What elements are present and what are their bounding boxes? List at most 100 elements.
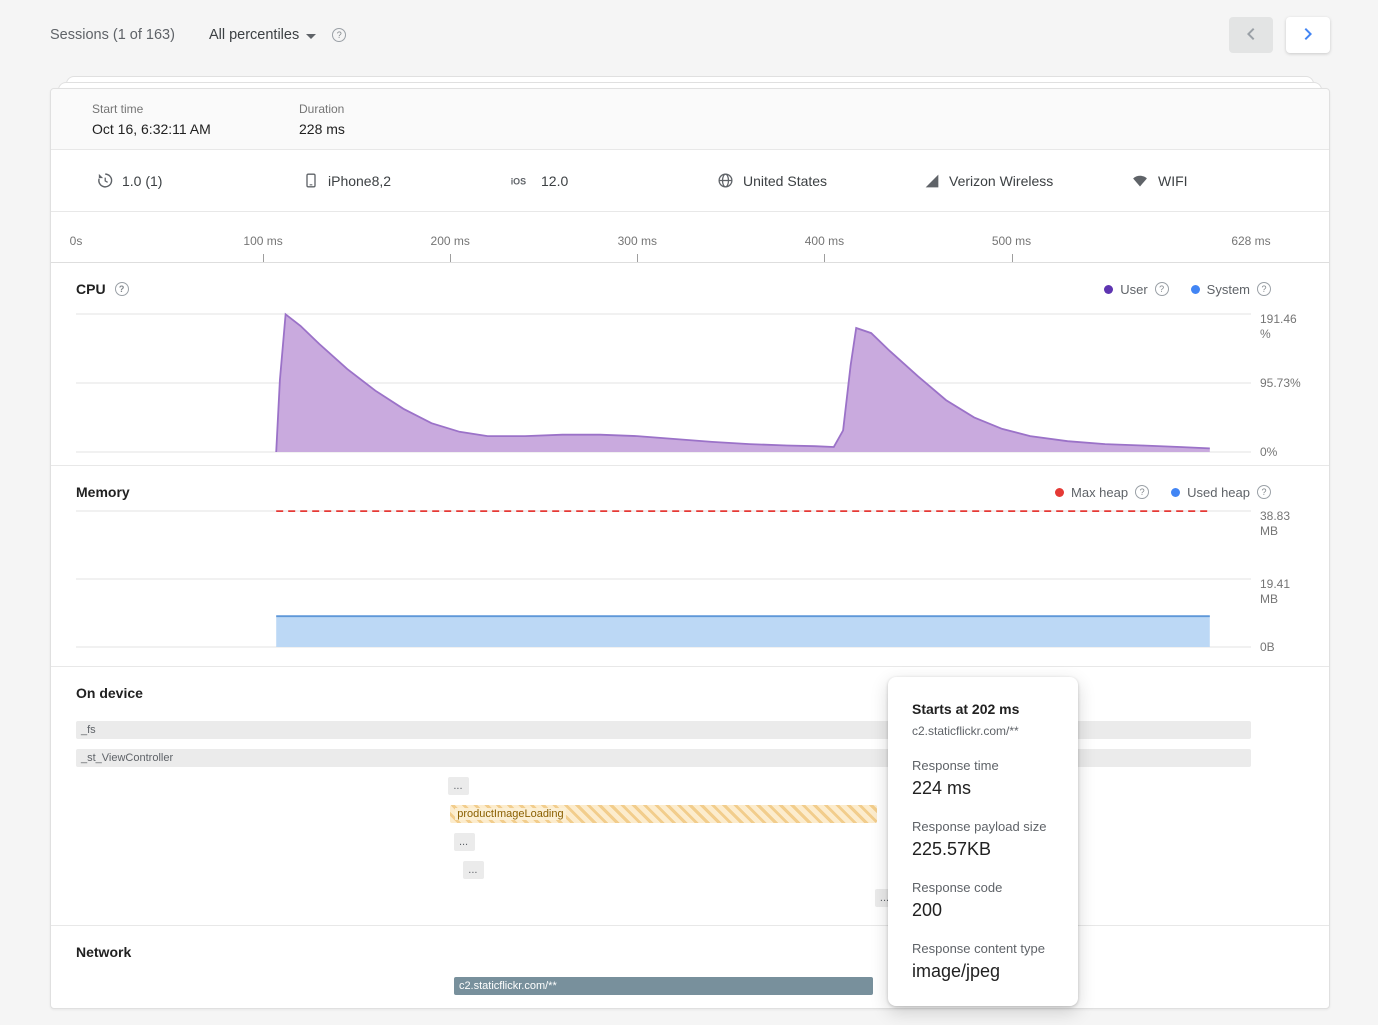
timeline-tick-label: 628 ms: [1231, 234, 1270, 248]
toolbar: Sessions (1 of 163) All percentiles ?: [0, 0, 1378, 70]
timeline-tick-mark: [263, 254, 264, 262]
memory-title-text: Memory: [76, 484, 130, 500]
session-nav: [1229, 17, 1330, 53]
timeline-tick-mark: [1012, 254, 1013, 262]
trace-bar-collapsed[interactable]: ...: [454, 833, 475, 851]
device-info-item: WIFI: [1131, 173, 1338, 189]
trace-bar-label: _fs: [81, 724, 96, 736]
y-axis-tick-label: 38.83 MB: [1260, 509, 1306, 539]
session-card-deck: Start time Oct 16, 6:32:11 AM Duration 2…: [50, 76, 1330, 1009]
chevron-left-icon: [1239, 22, 1263, 49]
help-icon[interactable]: ?: [1257, 282, 1271, 296]
device-info-label: WIFI: [1158, 173, 1188, 189]
tooltip-url: c2.staticflickr.com/**: [912, 724, 1054, 738]
phone-icon: [303, 172, 319, 189]
trace-bar-c2-staticflickr-com[interactable]: c2.staticflickr.com/**: [454, 977, 873, 995]
tooltip-field-value: 225.57KB: [912, 838, 1054, 860]
trace-bar-label: c2.staticflickr.com/**: [459, 980, 557, 992]
tooltip-field-value: 200: [912, 899, 1054, 921]
network-section-header: Network: [51, 926, 1329, 966]
carrier-icon: [924, 173, 940, 189]
legend-label: User: [1120, 282, 1147, 297]
device-info-item: iOS 12.0: [510, 173, 717, 189]
cpu-section-header: CPU ? User? System?: [51, 263, 1329, 303]
trace-bar-label: ...: [453, 780, 462, 792]
on-device-section-header: On device: [51, 667, 1329, 707]
help-icon[interactable]: ?: [1135, 485, 1149, 499]
start-time-label: Start time: [92, 102, 299, 116]
cpu-section: CPU ? User? System? 191.46 %95.73%0%: [51, 263, 1329, 466]
device-info-label: 12.0: [541, 173, 568, 189]
on-device-section: On device _fs _st_ViewController... produc…: [51, 667, 1329, 926]
timeline-tick-label: 400 ms: [805, 234, 844, 248]
help-icon[interactable]: ?: [1257, 485, 1271, 499]
memory-chart[interactable]: 38.83 MB19.41 MB0B: [76, 506, 1251, 656]
ios-icon: iOS: [510, 174, 532, 188]
next-session-button[interactable]: [1286, 17, 1330, 53]
session-detail-page: Sessions (1 of 163) All percentiles ? St…: [0, 0, 1378, 1025]
help-icon[interactable]: ?: [332, 28, 346, 42]
app-version-icon: [96, 172, 113, 189]
trace-bar-label: ...: [459, 836, 468, 848]
memory-section-header: Memory Max heap? Used heap?: [51, 466, 1329, 506]
percentiles-dropdown[interactable]: All percentiles: [209, 27, 316, 43]
duration-value: 228 ms: [299, 121, 506, 137]
trace-bar-collapsed[interactable]: ...: [448, 777, 469, 795]
timeline-tick-label: 0s: [70, 234, 83, 248]
wifi-icon: [1131, 173, 1149, 188]
cpu-section-title: CPU ?: [76, 281, 129, 297]
cpu-chart-svg: [76, 303, 1251, 455]
tooltip-field-label: Response time: [912, 758, 1054, 773]
trace-bar-label: ...: [468, 864, 477, 876]
start-time-value: Oct 16, 6:32:11 AM: [92, 121, 299, 137]
trace-bar-label: productImageLoading: [455, 808, 565, 820]
duration-label: Duration: [299, 102, 506, 116]
legend-dot: [1171, 488, 1180, 497]
legend-label: System: [1207, 282, 1250, 297]
tooltip-field-label: Response content type: [912, 941, 1054, 956]
cpu-legend: User? System?: [1104, 282, 1271, 297]
cpu-title-text: CPU: [76, 281, 106, 297]
timeline-tick-mark: [637, 254, 638, 262]
legend-item-user: User?: [1104, 282, 1168, 297]
legend-item-used-heap: Used heap?: [1171, 485, 1271, 500]
previous-session-button[interactable]: [1229, 17, 1273, 53]
legend-item-max-heap: Max heap?: [1055, 485, 1149, 500]
device-info-label: 1.0 (1): [122, 173, 162, 189]
cpu-chart[interactable]: 191.46 %95.73%0%: [76, 303, 1251, 455]
chevron-right-icon: [1296, 22, 1320, 49]
network-section: Network c2.staticflickr.com/**: [51, 926, 1329, 1008]
start-time-block: Start time Oct 16, 6:32:11 AM: [92, 102, 299, 137]
y-axis-tick-label: 0B: [1260, 640, 1306, 655]
timeline-ruler: 0s 100 ms 200 ms 300 ms 400 ms 500 ms 628 ms: [51, 212, 1329, 263]
percentiles-dropdown-label: All percentiles: [209, 27, 299, 43]
y-axis-tick-label: 19.41 MB: [1260, 577, 1306, 607]
y-axis-tick-label: 0%: [1260, 445, 1306, 460]
tooltip-field-value: image/jpeg: [912, 960, 1054, 982]
help-icon[interactable]: ?: [115, 282, 129, 296]
trace-bar-productimageloading[interactable]: productImageLoading: [450, 805, 877, 823]
timeline-tick-label: 100 ms: [243, 234, 282, 248]
device-info-row: 1.0 (1) iPhone8,2 iOS 12.0 United States Veri…: [51, 150, 1329, 212]
legend-label: Used heap: [1187, 485, 1250, 500]
timeline-tick-label: 200 ms: [431, 234, 470, 248]
tooltip-title: Starts at 202 ms: [912, 701, 1054, 717]
device-info-label: iPhone8,2: [328, 173, 391, 189]
chevron-down-icon: [306, 34, 316, 39]
device-info-item: 1.0 (1): [96, 172, 303, 189]
memory-section: Memory Max heap?Used heap? 38.83 MB19.41…: [51, 466, 1329, 667]
device-info-item: United States: [717, 172, 924, 189]
device-info-label: Verizon Wireless: [949, 173, 1053, 189]
globe-icon: [717, 172, 734, 189]
tooltip-field-label: Response code: [912, 880, 1054, 895]
memory-section-title: Memory: [76, 484, 130, 500]
timeline-tick-label: 300 ms: [618, 234, 657, 248]
timeline-tick-label: 500 ms: [992, 234, 1031, 248]
duration-block: Duration 228 ms: [299, 102, 506, 137]
help-icon[interactable]: ?: [1155, 282, 1169, 296]
trace-bar-label: _st_ViewController: [81, 752, 173, 764]
tooltip-field-value: 224 ms: [912, 777, 1054, 799]
trace-bar-collapsed[interactable]: ...: [463, 861, 484, 879]
device-info-item: iPhone8,2: [303, 172, 510, 189]
memory-legend: Max heap? Used heap?: [1055, 485, 1271, 500]
